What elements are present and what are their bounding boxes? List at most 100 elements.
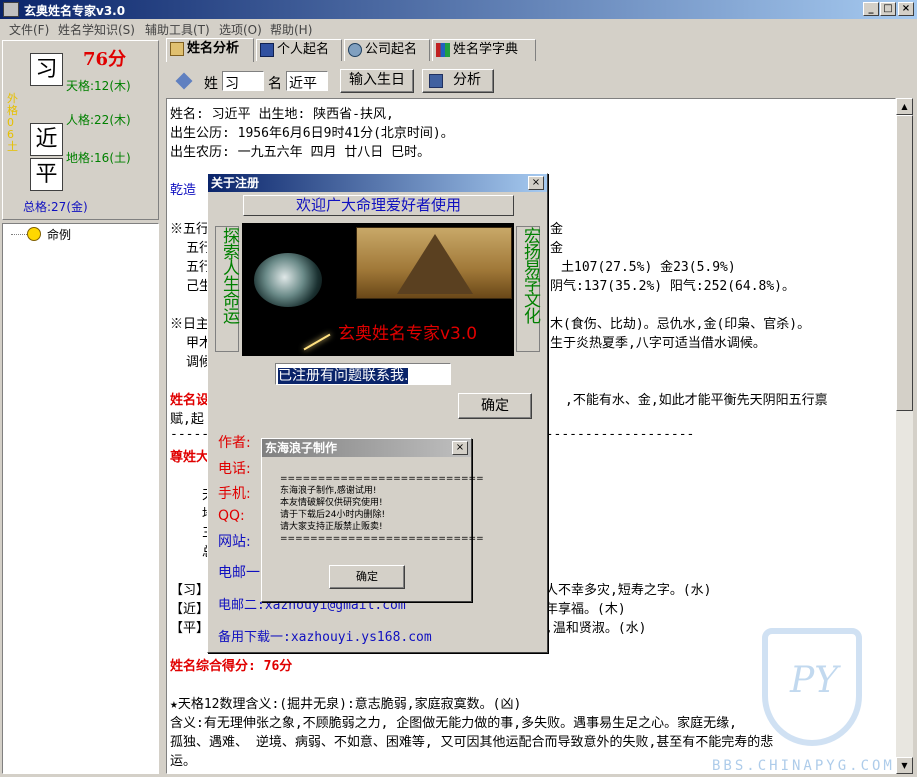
renge-label: 人格:22(木) xyxy=(66,113,131,127)
menu-help[interactable]: 帮助(H) xyxy=(270,21,312,38)
text-line: ※日主 xyxy=(170,317,210,332)
grid-summary-panel: 习 76分 天格:12(木) 外格06土 人格:22(木) 近 地格:16(土)… xyxy=(2,40,159,220)
welcome-banner: 欢迎广大命理爱好者使用 xyxy=(243,195,514,216)
text-line: ,不能有水、金,如此才能平衡先天阴阳五行禀 xyxy=(565,393,828,408)
text-line: 出生公历: 1956年6月6日9时41分(北京时间)。 xyxy=(170,126,454,141)
mountain-shape xyxy=(397,234,473,294)
tab-personal-naming[interactable]: 个人起名 xyxy=(256,39,342,61)
zongge-label: 总格:27(金) xyxy=(23,200,88,214)
crack-message: =========================== 东海浪子制作,感谢试用!… xyxy=(280,473,484,545)
scroll-up-icon[interactable]: ▲ xyxy=(896,98,913,115)
registration-input-text: 已注册有问题联系我. xyxy=(278,368,409,384)
mobile-label: 手机: xyxy=(218,486,251,502)
text-line: 乾造 xyxy=(170,183,197,198)
crack-line-3: 请于下载后24小时内删除! xyxy=(280,510,386,520)
tab-name-analysis[interactable]: 姓名分析 xyxy=(166,38,254,62)
analyze-button[interactable]: 分析 xyxy=(422,69,494,93)
menu-knowledge[interactable]: 姓名学知识(S) xyxy=(58,21,135,38)
tiange-label: 天格:12(木) xyxy=(66,79,131,93)
given-char-1: 近 xyxy=(30,123,63,156)
text-line: 阴气:137(35.2%) 阳气:252(64.8%)。 xyxy=(550,279,796,294)
scroll-thumb[interactable] xyxy=(896,115,913,411)
right-slogan-box: 宏扬易学文化 xyxy=(516,226,540,352)
app-icon[interactable] xyxy=(3,2,19,17)
score-value: 76分 xyxy=(83,49,127,70)
crack-line-4: 请大家支持正版禁止贩卖! xyxy=(280,522,383,532)
pen-icon xyxy=(175,72,193,90)
menu-tools[interactable]: 辅助工具(T) xyxy=(145,21,210,38)
minimize-button[interactable]: _ xyxy=(863,2,879,16)
input-birthday-button[interactable]: 输入生日 xyxy=(340,69,414,93)
email1-label[interactable]: 电邮一 xyxy=(218,562,260,582)
text-line: 生于炎热夏季,八字可适当借水调候。 xyxy=(550,336,766,351)
menu-bar: 文件(F) 姓名学知识(S) 辅助工具(T) 选项(O) 帮助(H) xyxy=(0,19,917,38)
text-line: 姓名设 xyxy=(170,393,210,408)
register-dialog-title-bar: 关于注册 xyxy=(208,174,547,192)
text-line: 赋,起 xyxy=(170,412,204,427)
text-line: ※五行 xyxy=(170,222,210,237)
total-score-line: 姓名综合得分: 76分 xyxy=(170,659,293,674)
website-label[interactable]: 网站: xyxy=(218,531,251,551)
registration-input[interactable]: 已注册有问题联系我. xyxy=(275,363,451,385)
surname-label: 姓 xyxy=(204,76,218,92)
text-line: 运。 xyxy=(170,754,197,769)
text-line: 含义:有无理伸张之象,不顾脆弱之力, 企图做无能力做的事,多失败。遇事易生足之心… xyxy=(170,716,737,731)
crack-line-2: 本友情破解仅供研究使用! xyxy=(280,498,383,508)
window-title: 玄奥姓名专家v3.0 xyxy=(24,4,126,18)
text-line: ★天格12数理含义:(掘井无泉):意志脆弱,家庭寂寞数。(凶) xyxy=(170,697,522,712)
banner-title: 玄奥姓名专家v3.0 xyxy=(338,324,478,344)
download-link[interactable]: 备用下载一:xazhouyi.ys168.com xyxy=(218,626,432,645)
text-line: 金 xyxy=(550,241,564,256)
text-line: 孤独、遇难、 逆境、病弱、不如意、困难等, 又可因其他运配合而导致意外的失败,甚… xyxy=(170,735,774,750)
analyze-icon xyxy=(429,74,443,88)
vertical-scrollbar[interactable]: ▲ ▼ xyxy=(896,98,913,774)
left-slogan: 探索人生命运 xyxy=(219,227,239,323)
surname-char: 习 xyxy=(30,53,63,86)
books-icon xyxy=(436,43,450,57)
text-line: 出生农历: 一九五六年 四月 廿八日 巳时。 xyxy=(170,145,431,160)
tree-item-mingli[interactable]: 命例 xyxy=(47,226,71,243)
menu-file[interactable]: 文件(F) xyxy=(9,21,49,38)
dige-label: 地格:16(土) xyxy=(66,151,131,165)
banner-image: 玄奥姓名专家v3.0 xyxy=(242,223,514,356)
text-line: 【近】 xyxy=(170,602,210,617)
text-line: 年享福。(木) xyxy=(545,602,626,617)
crack-dialog-title-bar: 东海浪子制作 xyxy=(262,439,471,457)
phone-label: 电话: xyxy=(218,461,251,477)
crack-close-button[interactable]: × xyxy=(452,441,468,455)
text-line: 【平】 xyxy=(170,621,210,636)
crack-line-1: 东海浪子制作,感谢试用! xyxy=(280,486,377,496)
text-line: 人不幸多灾,短寿之字。(水) xyxy=(545,583,712,598)
text-line: 姓名: 习近平 出生地: 陕西省-扶风, xyxy=(170,107,394,122)
given-name-input[interactable]: 近平 xyxy=(286,71,328,92)
author-label: 作者: xyxy=(218,435,251,451)
tab-name-dictionary[interactable]: 姓名学字典 xyxy=(432,39,536,61)
text-line: 金 xyxy=(550,222,564,237)
right-slogan: 宏扬易学文化 xyxy=(520,227,540,323)
waige-label: 外格06土 xyxy=(7,92,18,153)
register-dialog-title: 关于注册 xyxy=(211,176,260,190)
qq-label: QQ: xyxy=(218,508,245,524)
crack-sep-top: =========================== xyxy=(280,474,484,484)
tree-line xyxy=(11,234,27,235)
register-close-button[interactable]: × xyxy=(528,176,544,190)
text-line: 尊姓大 xyxy=(170,450,210,465)
register-ok-button[interactable]: 确定 xyxy=(458,393,532,419)
crack-dialog-title: 东海浪子制作 xyxy=(265,441,338,455)
given-name-label: 名 xyxy=(268,76,282,92)
menu-options[interactable]: 选项(O) xyxy=(219,21,262,38)
star-sparkle-icon xyxy=(303,333,331,351)
tab-company-naming[interactable]: 公司起名 xyxy=(344,39,430,61)
maximize-button[interactable]: □ xyxy=(880,2,896,16)
text-line: 木(食伤、比劫)。忌仇水,金(印枭、官杀)。 xyxy=(550,317,811,332)
people-icon xyxy=(260,43,274,57)
scroll-down-icon[interactable]: ▼ xyxy=(896,757,913,774)
crack-dialog: 东海浪子制作 × =========================== 东海浪… xyxy=(261,438,484,602)
watermark-text: BBS.CHINAPYG.COM xyxy=(712,758,895,774)
crack-sep-bottom: =========================== xyxy=(280,534,484,544)
watermark-shield-icon: PY xyxy=(762,628,862,746)
close-button[interactable]: × xyxy=(898,2,914,16)
smiley-icon xyxy=(27,227,41,241)
surname-input[interactable]: 习 xyxy=(222,71,264,92)
crack-ok-button[interactable]: 确定 xyxy=(329,565,405,589)
